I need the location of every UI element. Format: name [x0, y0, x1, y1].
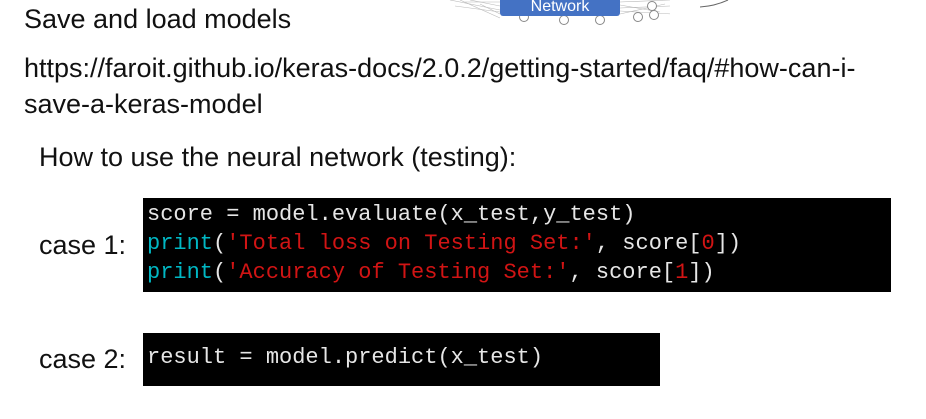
code-line-print-loss: print('Total loss on Testing Set:', scor… [147, 229, 891, 258]
keras-faq-link[interactable]: https://faroit.github.io/keras-docs/2.0.… [24, 50, 904, 122]
code-punct: , score[ [569, 260, 676, 285]
code-index: 1 [675, 260, 689, 285]
code-line-evaluate: score = model.evaluate(x_test,y_test) [147, 202, 636, 227]
code-line-predict: result = model.predict(x_test) [147, 345, 544, 370]
code-index: 0 [701, 231, 715, 256]
case-1-label: case 1: [39, 230, 127, 260]
print-keyword: print [147, 260, 214, 285]
network-label: Network [530, 0, 590, 15]
code-punct: , score[ [595, 231, 702, 256]
testing-subheading: How to use the neural network (testing): [39, 142, 517, 172]
network-label-box: Network [500, 0, 620, 16]
code-punct: ( [213, 231, 227, 256]
code-line-print-accuracy: print('Accuracy of Testing Set:', score[… [147, 258, 891, 287]
code-string: 'Total loss on Testing Set:' [226, 231, 596, 256]
case-2-label: case 2: [39, 344, 127, 374]
code-punct: ]) [688, 260, 715, 285]
code-punct: ]) [714, 231, 742, 256]
code-string: 'Accuracy of Testing Set:' [226, 260, 570, 285]
decorative-curve [700, 0, 729, 8]
print-keyword: print [147, 231, 214, 256]
case-1-code-block: score = model.evaluate(x_test,y_test) pri… [143, 198, 891, 292]
code-punct: ( [213, 260, 227, 285]
case-2-code-block: result = model.predict(x_test) [143, 333, 660, 386]
section-title: Save and load models [24, 4, 292, 34]
